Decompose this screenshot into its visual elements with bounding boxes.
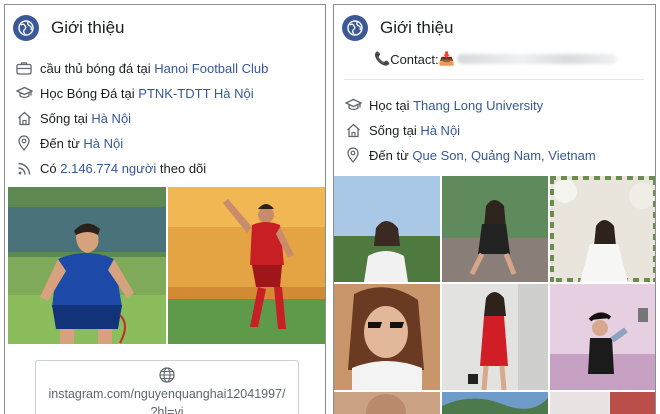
contact-label: Contact: xyxy=(390,51,439,67)
work-row: cầu thủ bóng đá tại Hanoi Football Club xyxy=(15,58,268,78)
left-panel-header: Giới thiệu xyxy=(13,13,125,43)
phone-emoji-icon: 📞 xyxy=(374,51,391,66)
from-row: Đến từ Hà Nội xyxy=(15,133,123,153)
briefcase-icon xyxy=(15,59,33,77)
lives-row: Sống tại Hà Nội xyxy=(15,108,131,128)
lives-prefix: Sống tại xyxy=(40,110,88,126)
photo-footballer-blue[interactable] xyxy=(8,187,166,344)
left-panel-title: Giới thiệu xyxy=(51,18,125,37)
from-place-link[interactable]: Hà Nội xyxy=(83,136,123,151)
right-lives-place-link[interactable]: Hà Nội xyxy=(420,123,460,138)
photo-footballer-red[interactable] xyxy=(168,187,325,344)
website-url-line2[interactable]: ?hl=vi xyxy=(36,403,298,414)
right-from-prefix: Đến từ xyxy=(369,147,409,163)
right-from-row: Đến từ Que Son, Quảng Nam, Vietnam xyxy=(344,145,596,165)
photo-grid-item[interactable] xyxy=(334,176,440,282)
followers-count-link[interactable]: 2.146.774 người xyxy=(60,161,156,176)
photo-grid-item[interactable] xyxy=(550,284,655,390)
home-icon xyxy=(344,121,362,139)
photo-grid-item[interactable] xyxy=(334,392,440,414)
location-pin-icon xyxy=(15,134,33,152)
education-place-link[interactable]: PTNK-TDTT Hà Nội xyxy=(138,86,253,101)
photo-grid-item[interactable] xyxy=(334,284,440,390)
followers-prefix: Có xyxy=(40,160,57,176)
right-education-prefix: Học tại xyxy=(369,97,410,113)
left-intro-panel: Giới thiệu cầu thủ bóng đá tại Hanoi Foo… xyxy=(4,4,326,414)
graduation-cap-icon xyxy=(15,84,33,102)
education-prefix: Học Bóng Đá tại xyxy=(40,85,135,101)
photo-grid-item[interactable] xyxy=(442,392,548,414)
right-intro-panel: Giới thiệu 📞 Contact: 📥 Học tại Thang Lo… xyxy=(333,4,656,414)
right-from-place-link[interactable]: Que Son, Quảng Nam, Vietnam xyxy=(412,148,595,163)
home-icon xyxy=(15,109,33,127)
website-url-line1[interactable]: instagram.com/nguyenquanghai12041997/ xyxy=(36,385,298,403)
followers-row: Có 2.146.774 người theo dõi xyxy=(15,158,206,178)
globe-icon xyxy=(13,15,39,41)
right-panel-title: Giới thiệu xyxy=(380,18,454,37)
lives-place-link[interactable]: Hà Nội xyxy=(91,111,131,126)
from-prefix: Đến từ xyxy=(40,135,80,151)
rss-icon xyxy=(15,159,33,177)
photo-grid-item[interactable] xyxy=(550,176,655,282)
right-lives-prefix: Sống tại xyxy=(369,122,417,138)
education-row: Học Bóng Đá tại PTNK-TDTT Hà Nội xyxy=(15,83,254,103)
globe-icon xyxy=(36,367,298,385)
inbox-emoji-icon: 📥 xyxy=(438,51,455,66)
redacted-contact-value xyxy=(456,54,617,64)
right-lives-row: Sống tại Hà Nội xyxy=(344,120,460,140)
location-pin-icon xyxy=(344,146,362,164)
photo-grid-item[interactable] xyxy=(550,392,655,414)
contact-row: 📞 Contact: 📥 xyxy=(374,49,617,69)
globe-icon xyxy=(342,15,368,41)
section-divider xyxy=(344,79,644,80)
work-prefix: cầu thủ bóng đá tại xyxy=(40,60,151,76)
right-education-place-link[interactable]: Thang Long University xyxy=(413,98,543,113)
right-panel-header: Giới thiệu xyxy=(342,13,454,43)
right-education-row: Học tại Thang Long University xyxy=(344,95,543,115)
graduation-cap-icon xyxy=(344,96,362,114)
photo-grid-item[interactable] xyxy=(442,176,548,282)
followers-suffix: theo dõi xyxy=(159,160,207,176)
instagram-website-box[interactable]: instagram.com/nguyenquanghai12041997/ ?h… xyxy=(35,360,299,414)
photo-grid-item[interactable] xyxy=(442,284,548,390)
work-place-link[interactable]: Hanoi Football Club xyxy=(154,61,268,76)
